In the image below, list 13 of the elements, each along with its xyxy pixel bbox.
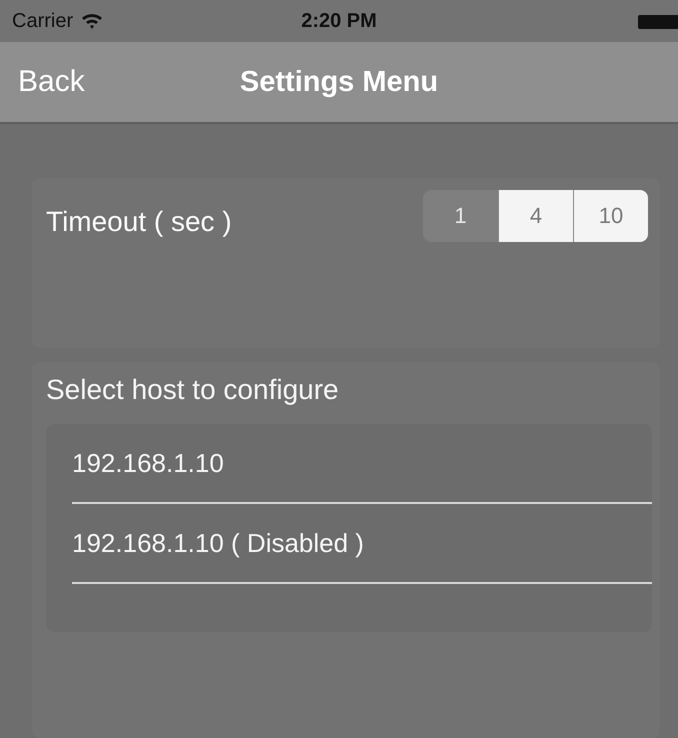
timeout-option[interactable]: 4	[498, 190, 573, 242]
host-item[interactable]: 192.168.1.10 ( Disabled )	[72, 504, 652, 584]
timeout-option[interactable]: 1	[423, 190, 498, 242]
status-time: 2:20 PM	[301, 10, 377, 32]
timeout-option[interactable]: 10	[573, 190, 648, 242]
host-item[interactable]: 192.168.1.10	[72, 424, 652, 504]
back-button[interactable]: Back	[0, 65, 85, 99]
wifi-icon	[81, 12, 104, 30]
carrier-label: Carrier	[12, 10, 74, 32]
timeout-label: Timeout ( sec )	[46, 206, 232, 238]
hosts-heading: Select host to configure	[46, 374, 340, 406]
nav-title: Settings Menu	[240, 66, 438, 98]
battery-icon	[638, 15, 678, 29]
